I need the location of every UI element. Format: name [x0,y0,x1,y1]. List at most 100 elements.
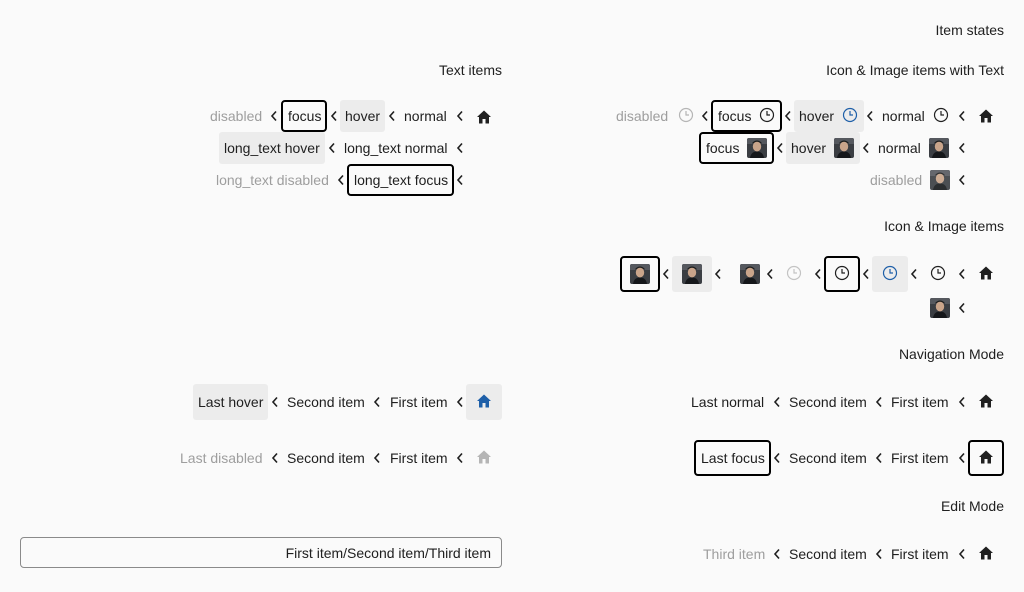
crumb-label: Second item [789,450,867,466]
image-text-item-focus[interactable]: focus [699,132,774,164]
crumb-label: Second item [287,394,365,410]
text-item-label: long_text focus [354,172,449,188]
edit-third-item: Third item [698,538,770,570]
chevron-left-icon [766,268,774,280]
chevron-left-icon [958,110,966,122]
home-icon [978,265,994,284]
text-item-long-normal[interactable]: long_text normal [339,132,453,164]
image-item-focus[interactable] [620,256,660,292]
nav-right-home[interactable] [968,384,1004,420]
nav-right-second-item[interactable]: Second item [784,440,872,476]
image-text-item-normal[interactable]: normal [873,132,954,164]
icon-item-hover[interactable] [872,256,908,292]
nav-right-last-item-focus[interactable]: Last focus [694,440,771,476]
chevron-left-icon [958,174,966,186]
chevron-left-icon [456,174,464,186]
crumb-label: First item [891,546,949,562]
nav-right-first-item[interactable]: First item [886,384,954,420]
icon-item-disabled [776,256,812,292]
image-item-normal[interactable] [924,292,956,324]
nav-left-second-item[interactable]: Second item [282,384,370,420]
crumb-label: Third item [703,546,766,562]
chevron-left-icon [456,396,464,408]
chevron-left-icon [776,142,784,154]
nav-right-second-item[interactable]: Second item [784,384,872,420]
chevron-left-icon [862,268,870,280]
nav-right-home-focus[interactable] [968,440,1004,476]
text-item-long-hover[interactable]: long_text hover [219,132,325,164]
chevron-left-icon [814,268,822,280]
nav-right-last-item[interactable]: Last normal [686,384,769,420]
chevron-left-icon [271,452,279,464]
home-icon [978,393,994,412]
icon-text-item-label: hover [799,108,835,124]
chevron-left-icon [456,142,464,154]
chevron-left-icon [958,302,966,314]
chevron-left-icon [862,142,870,154]
chevron-left-icon [866,110,874,122]
image-text-item-label: normal [878,140,921,156]
heading-item-states: Item states [935,22,1004,38]
nav-right-first-item[interactable]: First item [886,440,954,476]
nav-left-last-item-disabled: Last disabled [175,440,268,476]
text-item-long-focus[interactable]: long_text focus [347,164,454,196]
home-crumb[interactable] [972,258,1000,290]
home-crumb[interactable] [972,101,1000,133]
chevron-left-icon [330,110,338,122]
breadcrumb-path-input[interactable] [20,537,502,568]
heading-icon-image-text: Icon & Image items with Text [826,62,1004,78]
icon-text-item-normal[interactable]: normal [877,100,954,132]
chevron-left-icon [328,142,336,154]
text-item-label: disabled [210,108,263,124]
crumb-label: First item [390,394,448,410]
chevron-left-icon [958,142,966,154]
home-icon [978,449,994,468]
image-item-hover[interactable] [672,256,712,292]
nav-left-first-item[interactable]: First item [385,384,453,420]
text-item-label: long_text hover [224,140,320,156]
nav-left-home-disabled [466,440,502,476]
icon-text-item-hover[interactable]: hover [794,100,864,132]
chevron-left-icon [662,268,670,280]
home-icon [476,393,492,412]
avatar-image [929,138,949,158]
chevron-left-icon [270,110,278,122]
edit-home[interactable] [972,538,1000,570]
chevron-left-icon [875,548,883,560]
crumb-label: First item [891,394,949,410]
icon-text-item-label: normal [882,108,925,124]
icon-text-item-focus[interactable]: focus [711,100,782,132]
image-item-normal[interactable] [724,256,764,292]
clock-icon [786,265,802,284]
heading-icon-image: Icon & Image items [884,218,1004,234]
text-item-label: hover [345,108,381,124]
text-item-label: long_text normal [344,140,448,156]
text-item-label: long_text disabled [216,172,329,188]
chevron-left-icon [910,268,918,280]
clock-icon [759,107,775,126]
nav-left-home[interactable] [466,384,502,420]
crumb-label: Last normal [691,394,765,410]
icon-item-normal[interactable] [920,256,956,292]
chevron-left-icon [958,396,966,408]
image-text-item-disabled: disabled [865,164,955,196]
nav-left-first-item[interactable]: First item [385,440,453,476]
edit-second-item[interactable]: Second item [784,538,872,570]
nav-left-last-item[interactable]: Last hover [193,384,269,420]
text-item-label: normal [404,108,447,124]
chevron-left-icon [456,110,464,122]
nav-left-second-item[interactable]: Second item [282,440,370,476]
avatar-image [930,170,950,190]
text-item-focus[interactable]: focus [281,100,327,132]
clock-icon [842,107,858,126]
avatar-image [834,138,854,158]
text-item-normal[interactable]: normal [399,100,452,132]
image-text-item-label: disabled [870,172,923,188]
image-text-item-label: focus [706,140,740,156]
crumb-label: Last focus [701,450,765,466]
image-text-item-hover[interactable]: hover [786,132,860,164]
home-crumb[interactable] [470,101,498,133]
text-item-hover[interactable]: hover [340,100,385,132]
edit-first-item[interactable]: First item [886,538,954,570]
icon-item-focus[interactable] [824,256,860,292]
